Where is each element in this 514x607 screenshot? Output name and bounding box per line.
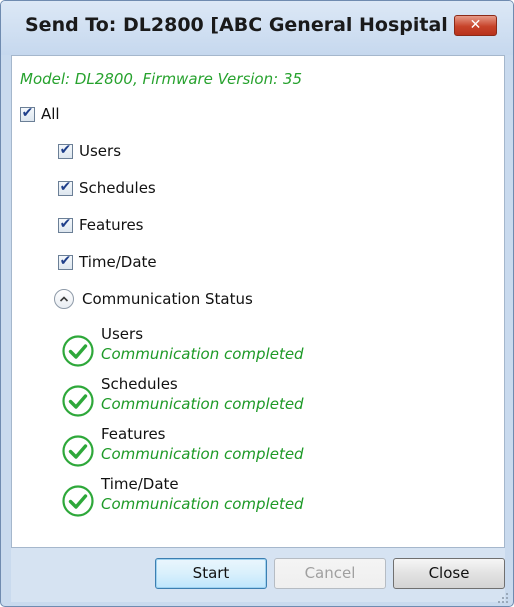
status-item-name: Users [101, 325, 144, 343]
window-close-button[interactable]: ✕ [454, 15, 497, 36]
checkmark-icon: ✔ [59, 215, 72, 232]
cancel-button: Cancel [274, 558, 386, 589]
status-item-name: Schedules [101, 375, 178, 393]
schedules-checkbox[interactable]: ✔ [58, 178, 73, 196]
model-firmware-info: Model: DL2800, Firmware Version: 35 [20, 70, 303, 88]
resize-grip-icon[interactable] [497, 592, 509, 604]
schedules-checkbox-label: Schedules [79, 179, 156, 197]
communication-status-label: Communication Status [82, 290, 253, 308]
status-item-features: Features Communication completed [62, 425, 462, 475]
checkmark-icon: ✔ [21, 104, 34, 121]
users-checkbox[interactable]: ✔ [58, 141, 73, 159]
all-checkbox-label: All [41, 105, 60, 123]
status-item-name: Features [101, 425, 166, 443]
time-date-checkbox-row[interactable]: ✔ Time/Date [58, 252, 157, 272]
status-item-message: Communication completed [101, 495, 304, 513]
status-item-message: Communication completed [101, 345, 304, 363]
dialog-content: Model: DL2800, Firmware Version: 35 ✔ Al… [11, 55, 505, 548]
status-item-schedules: Schedules Communication completed [62, 375, 462, 425]
button-bar: Start Cancel Close [11, 548, 505, 602]
communication-status-expander[interactable]: Communication Status [54, 288, 253, 310]
checkmark-icon: ✔ [59, 178, 72, 195]
checkmark-icon: ✔ [59, 252, 72, 269]
status-item-message: Communication completed [101, 445, 304, 463]
users-checkbox-row[interactable]: ✔ Users [58, 141, 121, 161]
check-circle-icon [62, 335, 94, 367]
status-item-message: Communication completed [101, 395, 304, 413]
check-circle-icon [62, 435, 94, 467]
users-checkbox-label: Users [79, 142, 122, 160]
all-checkbox-row[interactable]: ✔ All [20, 104, 60, 124]
check-circle-icon [62, 385, 94, 417]
close-icon: ✕ [469, 17, 482, 33]
checkmark-icon: ✔ [59, 141, 72, 158]
status-item-name: Time/Date [101, 475, 179, 493]
send-to-dialog: Send To: DL2800 [ABC General Hospital -.… [0, 0, 514, 607]
schedules-checkbox-row[interactable]: ✔ Schedules [58, 178, 156, 198]
features-checkbox-label: Features [79, 216, 144, 234]
close-button[interactable]: Close [393, 558, 505, 589]
status-item-time-date: Time/Date Communication completed [62, 475, 462, 525]
chevron-up-icon [59, 296, 69, 302]
title-bar[interactable]: Send To: DL2800 [ABC General Hospital -.… [1, 1, 513, 55]
start-button[interactable]: Start [155, 558, 267, 589]
check-circle-icon [62, 485, 94, 517]
time-date-checkbox[interactable]: ✔ [58, 252, 73, 270]
expander-toggle-button[interactable] [54, 289, 74, 309]
features-checkbox[interactable]: ✔ [58, 215, 73, 233]
status-item-users: Users Communication completed [62, 325, 462, 375]
window-title: Send To: DL2800 [ABC General Hospital -.… [25, 14, 484, 36]
all-checkbox[interactable]: ✔ [20, 104, 35, 122]
time-date-checkbox-label: Time/Date [79, 253, 157, 271]
features-checkbox-row[interactable]: ✔ Features [58, 215, 144, 235]
